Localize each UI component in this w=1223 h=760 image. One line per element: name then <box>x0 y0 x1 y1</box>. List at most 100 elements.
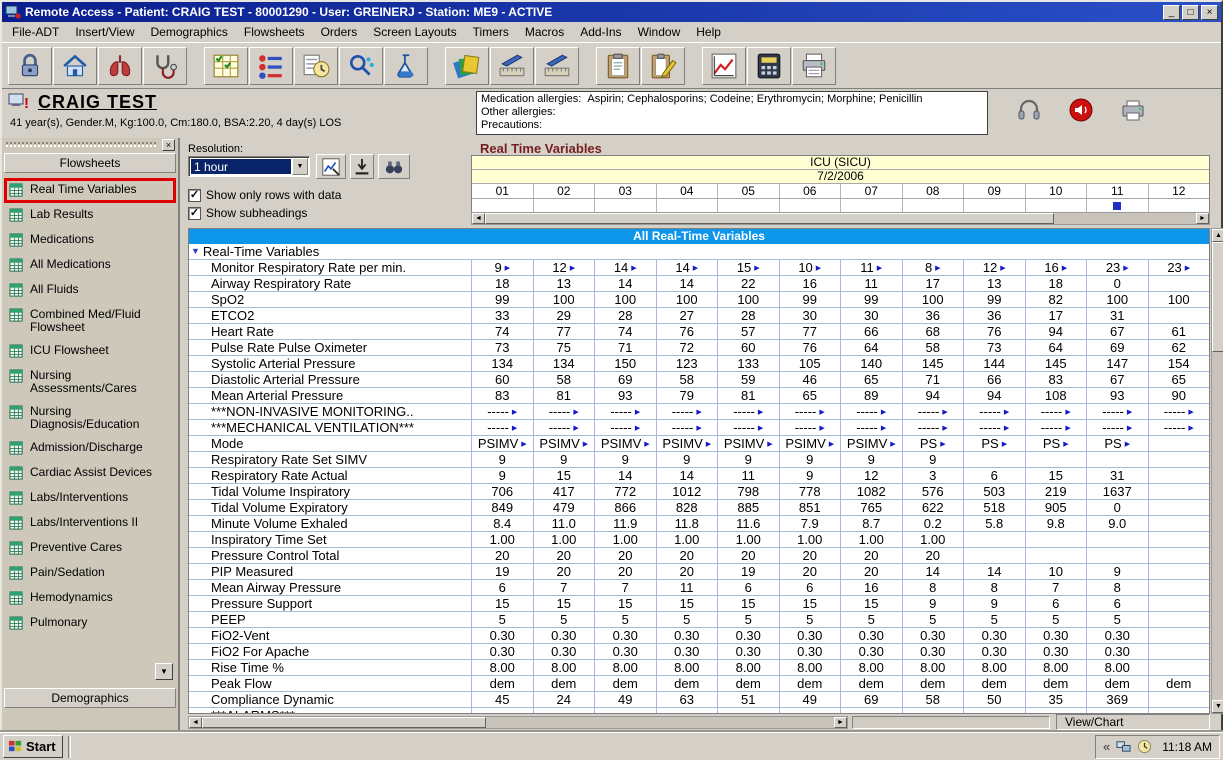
cell[interactable]: 94 <box>903 388 964 403</box>
row-label[interactable]: ETCO2 <box>189 308 472 323</box>
more-data-arrow-icon[interactable]: ▶ <box>706 440 711 448</box>
cell[interactable]: 100 <box>1087 292 1149 307</box>
cell[interactable] <box>1026 532 1087 547</box>
more-data-arrow-icon[interactable]: ▶ <box>696 712 701 714</box>
sidebar-item-all-medications[interactable]: All Medications <box>4 253 176 278</box>
row-label[interactable]: Tidal Volume Expiratory <box>189 500 472 515</box>
clipboard-button[interactable] <box>596 46 640 85</box>
cell[interactable]: 154 <box>1149 356 1210 371</box>
cell[interactable]: 14 <box>595 276 657 291</box>
sidebar-scroll-down-button[interactable]: ▼ <box>155 663 173 680</box>
cell[interactable]: 0 <box>1087 500 1149 515</box>
menu-insert-view[interactable]: Insert/View <box>67 22 142 42</box>
menu-window[interactable]: Window <box>630 22 689 42</box>
cell[interactable]: 1.00 <box>841 532 903 547</box>
cell[interactable]: 74 <box>595 324 657 339</box>
cell[interactable]: 100 <box>534 292 595 307</box>
cell[interactable]: -----▶ <box>534 708 595 713</box>
cell[interactable]: PS ▶ <box>1026 436 1087 451</box>
more-data-arrow-icon[interactable]: ▶ <box>819 424 824 432</box>
more-data-arrow-icon[interactable]: ▶ <box>881 712 886 714</box>
cell[interactable]: -----▶ <box>595 420 657 435</box>
cell[interactable]: 5 <box>1087 612 1149 627</box>
search-button[interactable] <box>378 154 410 179</box>
menu-flowsheets[interactable]: Flowsheets <box>236 22 313 42</box>
cell[interactable]: 10 <box>1026 564 1087 579</box>
more-data-arrow-icon[interactable]: ▶ <box>573 424 578 432</box>
cell[interactable]: 905 <box>1026 500 1087 515</box>
more-data-arrow-icon[interactable]: ▶ <box>693 264 698 272</box>
more-data-arrow-icon[interactable]: ▶ <box>1065 424 1070 432</box>
cell[interactable]: 8 <box>1087 580 1149 595</box>
cell[interactable]: 23 ▶ <box>1149 260 1210 275</box>
cell[interactable]: 67 <box>1087 324 1149 339</box>
cell[interactable]: 73 <box>964 340 1026 355</box>
cell[interactable]: 65 <box>1149 372 1210 387</box>
sidebar-item-icu-flowsheet[interactable]: ICU Flowsheet <box>4 339 176 364</box>
cell[interactable]: 64 <box>1026 340 1087 355</box>
cell[interactable]: 28 <box>595 308 657 323</box>
cell[interactable]: 45 <box>472 692 534 707</box>
cell[interactable]: 51 <box>718 692 780 707</box>
cell[interactable]: 33 <box>472 308 534 323</box>
cell[interactable]: 1.00 <box>534 532 595 547</box>
chart-view-button[interactable] <box>316 154 346 179</box>
cell[interactable] <box>1149 468 1210 483</box>
cell[interactable]: 83 <box>1026 372 1087 387</box>
cell[interactable]: 49 <box>780 692 841 707</box>
cell[interactable]: 58 <box>903 340 964 355</box>
cell[interactable]: 1637 <box>1087 484 1149 499</box>
cell[interactable]: 1.00 <box>903 532 964 547</box>
cell[interactable]: -----▶ <box>903 420 964 435</box>
row-label[interactable]: Mean Arterial Pressure <box>189 388 472 403</box>
cell[interactable] <box>964 452 1026 467</box>
cell[interactable]: -----▶ <box>903 404 964 419</box>
more-data-arrow-icon[interactable]: ▶ <box>583 440 588 448</box>
cell[interactable]: -----▶ <box>534 420 595 435</box>
cell[interactable]: 14 <box>657 276 718 291</box>
cell[interactable]: 0.30 <box>472 628 534 643</box>
cell[interactable]: 503 <box>964 484 1026 499</box>
cell[interactable]: 9 <box>472 452 534 467</box>
menu-help[interactable]: Help <box>688 22 729 42</box>
ruler-pencil2-button[interactable] <box>535 46 579 85</box>
row-label[interactable]: Compliance Dynamic <box>189 692 472 707</box>
cell[interactable]: 9 <box>472 468 534 483</box>
cell[interactable]: -----▶ <box>472 708 534 713</box>
cell[interactable]: 9 <box>780 452 841 467</box>
cell[interactable]: 1.00 <box>472 532 534 547</box>
cell[interactable]: 68 <box>903 324 964 339</box>
cell[interactable]: -----▶ <box>964 404 1026 419</box>
cell[interactable]: 140 <box>841 356 903 371</box>
cell[interactable]: 8.00 <box>657 660 718 675</box>
cell[interactable]: 8 <box>903 580 964 595</box>
cell[interactable]: 3 <box>903 468 964 483</box>
cell[interactable]: 0.2 <box>903 516 964 531</box>
cell[interactable]: 35 <box>1026 692 1087 707</box>
cell[interactable]: PSIMV ▶ <box>534 436 595 451</box>
cell[interactable]: 0.30 <box>903 644 964 659</box>
cell[interactable]: 99 <box>964 292 1026 307</box>
row-label[interactable]: Heart Rate <box>189 324 472 339</box>
cell[interactable]: -----▶ <box>718 420 780 435</box>
cell[interactable]: 145 <box>903 356 964 371</box>
row-label[interactable]: Diastolic Arterial Pressure <box>189 372 472 387</box>
cell[interactable]: 29 <box>534 308 595 323</box>
cell[interactable]: 0.30 <box>780 628 841 643</box>
row-label[interactable]: Respiratory Rate Actual <box>189 468 472 483</box>
lab-button[interactable] <box>384 46 428 85</box>
printer-button[interactable] <box>792 46 836 85</box>
clock-notes-button[interactable] <box>294 46 338 85</box>
cell[interactable]: dem <box>1026 676 1087 691</box>
cell[interactable]: 0.30 <box>718 644 780 659</box>
cell[interactable]: 0.30 <box>841 628 903 643</box>
cell[interactable]: 17 <box>1026 308 1087 323</box>
cell[interactable]: -----▶ <box>780 404 841 419</box>
cell[interactable]: 31 <box>1087 468 1149 483</box>
chart-button[interactable] <box>702 46 746 85</box>
cell[interactable]: 99 <box>780 292 841 307</box>
cell[interactable]: 5.8 <box>964 516 1026 531</box>
cell[interactable]: 105 <box>780 356 841 371</box>
scroll-track[interactable] <box>485 213 1196 224</box>
cell[interactable]: 77 <box>534 324 595 339</box>
